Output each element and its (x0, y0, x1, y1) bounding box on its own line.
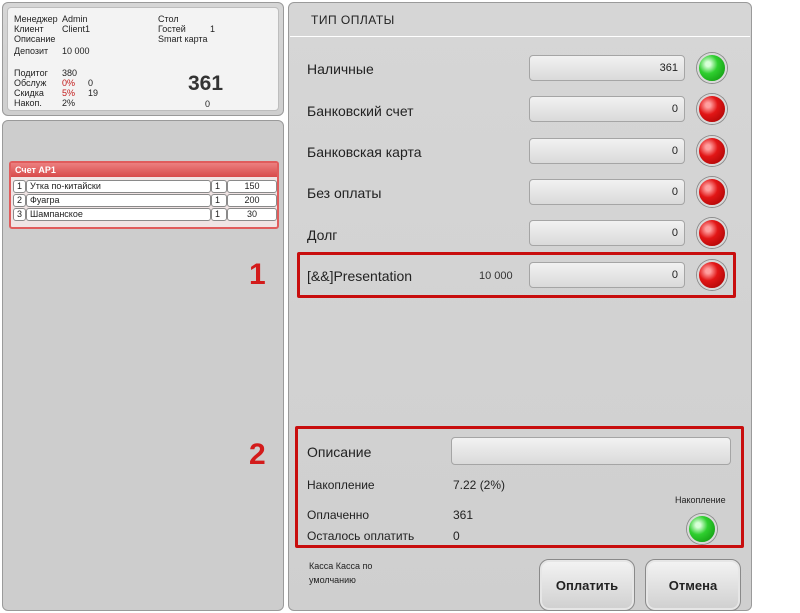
callout-number-2: 2 (249, 438, 266, 471)
bill-item-number: 3 (13, 208, 26, 221)
bill-item-name: Фуагра (26, 194, 211, 207)
title-divider (290, 36, 750, 37)
deposit-label: Депозит (14, 46, 49, 56)
order-info-box: Менеджер Admin Клиент Client1 Описание Д… (7, 7, 279, 111)
bill-row[interactable]: 1 Утка по-китайски 1 150 (13, 180, 277, 193)
guests-value: 1 (210, 24, 216, 34)
cancel-button[interactable]: Отмена (645, 559, 741, 611)
bill-item-price: 200 (227, 194, 277, 207)
method-no-payment-amount[interactable]: 0 (529, 179, 685, 205)
accum-label: Накоп. (14, 98, 42, 108)
discount-value: 19 (88, 88, 99, 98)
subtotal-value: 380 (62, 68, 78, 78)
method-bank-card-label: Банковская карта (307, 144, 422, 160)
bill-card[interactable]: Счет AP1 1 Утка по-китайски 1 150 2 Фуаг… (9, 161, 279, 229)
bill-item-name: Утка по-китайски (26, 180, 211, 193)
bill-row[interactable]: 3 Шампанское 1 30 (13, 208, 277, 221)
pay-button[interactable]: Оплатить (539, 559, 635, 611)
description-label: Описание (14, 34, 56, 44)
method-bank-account-amount[interactable]: 0 (529, 96, 685, 122)
service-label: Обслуж (14, 78, 47, 88)
discount-label: Скидка (14, 88, 44, 98)
app-root: Менеджер Admin Клиент Client1 Описание Д… (0, 0, 800, 613)
method-bank-account-label: Банковский счет (307, 103, 414, 119)
callout-number-1: 1 (249, 258, 266, 291)
bill-panel: Счет AP1 1 Утка по-китайски 1 150 2 Фуаг… (2, 120, 284, 611)
order-info-panel: Менеджер Admin Клиент Client1 Описание Д… (2, 2, 284, 116)
manager-value: Admin (62, 14, 88, 24)
method-cash-label: Наличные (307, 61, 374, 77)
callout-box-1 (297, 252, 736, 298)
order-total: 361 (188, 72, 224, 95)
subtotal-label: Подитог (14, 68, 48, 78)
discount-percent: 5% (62, 88, 76, 98)
deposit-value: 10 000 (62, 46, 90, 56)
method-bank-account-status-button[interactable] (697, 94, 727, 124)
accum-percent: 2% (62, 98, 76, 108)
bill-item-price: 150 (227, 180, 277, 193)
method-cash-status-button[interactable] (697, 53, 727, 83)
guests-label: Гостей (158, 24, 186, 34)
bill-row[interactable]: 2 Фуагра 1 200 (13, 194, 277, 207)
bill-item-name: Шампанское (26, 208, 211, 221)
method-no-payment-status-button[interactable] (697, 177, 727, 207)
bill-item-number: 1 (13, 180, 26, 193)
bill-item-price: 30 (227, 208, 277, 221)
method-no-payment-label: Без оплаты (307, 185, 382, 201)
bill-item-qty: 1 (211, 194, 227, 207)
bill-title: Счет AP1 (11, 163, 277, 177)
service-percent: 0% (62, 78, 76, 88)
method-debt-status-button[interactable] (697, 218, 727, 248)
method-bank-card-amount[interactable]: 0 (529, 138, 685, 164)
bill-item-number: 2 (13, 194, 26, 207)
cash-register-text: Касса Касса по умолчанию (309, 561, 373, 585)
method-bank-card-status-button[interactable] (697, 136, 727, 166)
table-label: Стол (158, 14, 179, 24)
method-debt-amount[interactable]: 0 (529, 220, 685, 246)
payment-title: ТИП ОПЛАТЫ (311, 13, 395, 27)
service-value: 0 (88, 78, 94, 88)
callout-box-2 (295, 426, 744, 548)
bill-item-qty: 1 (211, 208, 227, 221)
method-cash-amount[interactable]: 361 (529, 55, 685, 81)
method-debt-label: Долг (307, 227, 338, 243)
manager-label: Менеджер (14, 14, 58, 24)
client-label: Клиент (14, 24, 44, 34)
smart-card-label: Smart карта (158, 34, 208, 44)
order-total-sub: 0 (205, 99, 211, 109)
client-value: Client1 (62, 24, 91, 34)
bill-item-qty: 1 (211, 180, 227, 193)
